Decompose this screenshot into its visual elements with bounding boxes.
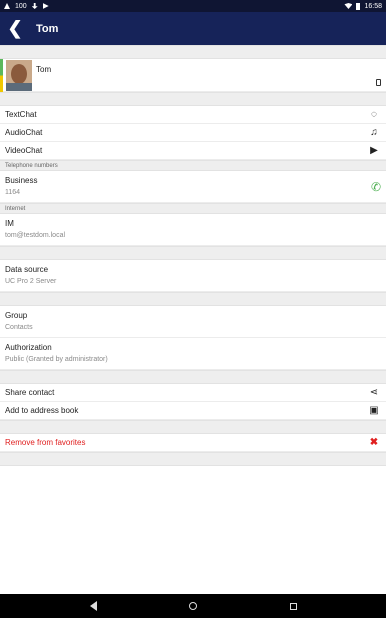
spacer <box>0 420 386 434</box>
nav-back-icon[interactable] <box>86 599 100 613</box>
status-text: 100 <box>15 2 27 10</box>
phone-number: 1164 <box>5 189 21 196</box>
mobile-device-icon <box>376 79 381 86</box>
add-to-address-book-row[interactable]: Add to address book ▣ <box>0 402 386 420</box>
share-icon: ⋖ <box>369 387 379 398</box>
audiochat-row[interactable]: AudioChat ♫ <box>0 124 386 142</box>
group-label: Group <box>5 311 28 320</box>
add-to-address-book-label: Add to address book <box>5 406 79 415</box>
remove-from-favorites-label: Remove from favorites <box>5 438 86 447</box>
spacer <box>0 246 386 260</box>
contact-name: Tom <box>36 65 52 74</box>
textchat-row[interactable]: TextChat ◌ <box>0 106 386 124</box>
im-address: tom@testdom.local <box>5 232 66 239</box>
authorization-value: Public (Granted by administrator) <box>5 356 108 363</box>
data-source-row: Data source UC Pro 2 Server <box>0 260 386 292</box>
share-contact-label: Share contact <box>5 388 55 397</box>
video-play-icon: ▶ <box>370 145 378 156</box>
section-header-internet: Internet <box>0 203 386 214</box>
phone-call-icon[interactable]: ✆ <box>371 180 381 194</box>
textchat-label: TextChat <box>5 110 37 119</box>
spacer <box>0 45 386 59</box>
contact-card[interactable]: Tom <box>0 59 386 92</box>
warning-icon <box>4 3 10 9</box>
data-source-value: UC Pro 2 Server <box>5 278 57 285</box>
spacer <box>0 292 386 306</box>
download-icon <box>31 3 38 9</box>
avatar <box>6 60 32 91</box>
play-store-icon <box>42 3 49 9</box>
phone-row[interactable]: Business 1164 ✆ <box>0 171 386 203</box>
section-header-telephone: Telephone numbers <box>0 160 386 171</box>
videochat-row[interactable]: VideoChat ▶ <box>0 142 386 160</box>
contact-details: Tom TextChat ◌ AudioChat ♫ VideoChat ▶ T… <box>0 45 386 466</box>
audiochat-label: AudioChat <box>5 128 43 137</box>
share-contact-row[interactable]: Share contact ⋖ <box>0 384 386 402</box>
headset-icon: ♫ <box>370 127 378 138</box>
status-bar: 100 16:58 <box>0 0 386 12</box>
videochat-label: VideoChat <box>5 146 43 155</box>
nav-home-icon[interactable] <box>186 599 200 613</box>
presence-indicator <box>0 59 3 92</box>
address-book-icon: ▣ <box>369 405 379 416</box>
spacer <box>0 370 386 384</box>
group-row: Group Contacts <box>0 306 386 338</box>
group-value: Contacts <box>5 324 33 331</box>
im-row[interactable]: IM tom@testdom.local <box>0 214 386 246</box>
wifi-icon <box>344 3 353 9</box>
battery-icon <box>356 2 361 10</box>
authorization-row: Authorization Public (Granted by adminis… <box>0 338 386 370</box>
data-source-label: Data source <box>5 265 49 274</box>
spacer <box>0 92 386 106</box>
text-chat-icon: ◌ <box>371 109 377 120</box>
navigation-bar <box>0 594 386 618</box>
phone-type: Business <box>5 176 38 185</box>
close-icon: ✖ <box>369 437 379 448</box>
im-label: IM <box>5 219 14 228</box>
nav-recents-icon[interactable] <box>286 599 300 613</box>
app-bar: ❮ Tom <box>0 12 386 45</box>
page-title: Tom <box>36 22 59 35</box>
spacer <box>0 452 386 466</box>
authorization-label: Authorization <box>5 343 52 352</box>
back-icon[interactable]: ❮ <box>0 12 30 45</box>
remove-from-favorites-row[interactable]: Remove from favorites ✖ <box>0 434 386 452</box>
clock: 16:58 <box>364 2 382 10</box>
